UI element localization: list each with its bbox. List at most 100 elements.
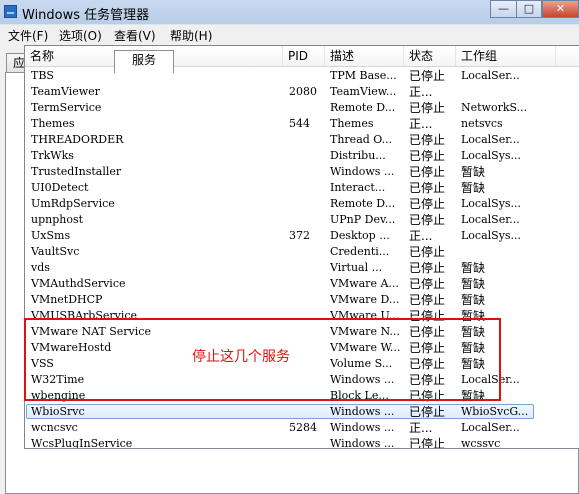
cell-pid — [289, 68, 325, 84]
menu-help[interactable]: 帮助(H) — [170, 27, 212, 44]
cell-pid — [289, 148, 325, 164]
cell-name: vds — [31, 261, 50, 274]
cell-status: 已停止 — [409, 181, 446, 195]
cell-pid — [289, 404, 325, 420]
cell-pid: 5284 — [289, 421, 317, 434]
cell-group: LocalSer... — [461, 133, 520, 146]
cell-pid — [289, 100, 325, 116]
task-manager-window: Windows 任务管理器 — □ ✕ 文件(F) 选项(O) 查看(V) 帮助… — [0, 0, 579, 494]
cell-desc: Virtual ... — [330, 261, 383, 274]
table-row[interactable]: UI0Detect Interact... 已停止 暂缺 — [25, 180, 579, 196]
close-button[interactable]: ✕ — [542, 0, 579, 18]
table-row[interactable]: vds Virtual ... 已停止 暂缺 — [25, 260, 579, 276]
cell-group: netsvcs — [461, 117, 503, 130]
table-row[interactable]: TrkWks Distribu... 已停止 LocalSys... — [25, 148, 579, 164]
cell-name: WbioSrvc — [31, 405, 85, 418]
table-row[interactable]: UmRdpService Remote D... 已停止 LocalSys... — [25, 196, 579, 212]
table-row[interactable]: TermService Remote D... 已停止 NetworkS... — [25, 100, 579, 116]
cell-group: LocalSer... — [461, 213, 520, 226]
cell-status: 已停止 — [409, 101, 446, 115]
table-row[interactable]: VMnetDHCP VMware D... 已停止 暂缺 — [25, 292, 579, 308]
list-header: 名称 ▲ PID 描述 状态 工作组 — [25, 46, 579, 67]
cell-name: VaultSvc — [31, 245, 80, 258]
cell-name: upnphost — [31, 213, 84, 226]
cell-group: 暂缺 — [461, 165, 486, 179]
menu-view[interactable]: 查看(V) — [114, 27, 156, 44]
cell-pid: 2080 — [289, 85, 317, 98]
cell-desc: VMware A... — [330, 277, 399, 290]
table-row[interactable]: TBS TPM Base... 已停止 LocalSer... — [25, 68, 579, 84]
cell-group — [461, 244, 543, 260]
cell-status: 已停止 — [409, 149, 446, 163]
title-bar[interactable]: Windows 任务管理器 — □ ✕ — [0, 0, 579, 24]
cell-group: 暂缺 — [461, 293, 486, 307]
cell-name: wcncsvc — [31, 421, 78, 434]
cell-group: LocalSys... — [461, 197, 522, 210]
cell-desc: TeamView... — [330, 85, 397, 98]
column-pid[interactable]: PID — [283, 46, 325, 66]
cell-status: 已停止 — [409, 405, 446, 419]
cell-status: 正... — [409, 85, 433, 99]
cell-pid: 544 — [289, 117, 310, 130]
cell-name: TrkWks — [31, 149, 74, 162]
table-row[interactable]: TeamViewer 2080 TeamView... 正... — [25, 84, 579, 100]
cell-group: LocalSys... — [461, 149, 522, 162]
cell-desc: Thread O... — [330, 133, 393, 146]
menu-options[interactable]: 选项(O) — [59, 27, 102, 44]
cell-status: 已停止 — [409, 293, 446, 307]
cell-name: VMAuthdService — [31, 277, 126, 290]
table-row[interactable]: VaultSvc Credenti... 已停止 — [25, 244, 579, 260]
cell-name: TermService — [31, 101, 102, 114]
table-row[interactable]: upnphost UPnP Dev... 已停止 LocalSer... — [25, 212, 579, 228]
cell-name: Themes — [31, 117, 75, 130]
cell-desc: Windows ... — [330, 165, 395, 178]
cell-status: 已停止 — [409, 261, 446, 275]
cell-pid — [289, 212, 325, 228]
cell-pid — [289, 196, 325, 212]
cell-group: 暂缺 — [461, 261, 486, 275]
cell-desc: Windows ... — [330, 405, 395, 418]
minimize-button[interactable]: — — [490, 0, 516, 18]
cell-group — [461, 84, 543, 100]
cell-pid — [289, 276, 325, 292]
column-status[interactable]: 状态 — [404, 46, 456, 66]
cell-status: 正... — [409, 421, 433, 435]
cell-desc: UPnP Dev... — [330, 213, 396, 226]
menu-file[interactable]: 文件(F) — [8, 27, 48, 44]
cell-desc: TPM Base... — [330, 69, 397, 82]
table-row[interactable]: WcsPlugInService Windows ... 已停止 wcssvc — [25, 436, 579, 448]
cell-desc: Remote D... — [330, 101, 396, 114]
cell-group: 暂缺 — [461, 277, 486, 291]
cell-desc: Interact... — [330, 181, 386, 194]
cell-desc: VMware D... — [330, 293, 400, 306]
cell-name: UxSms — [31, 229, 71, 242]
cell-name: TeamViewer — [31, 85, 100, 98]
table-row[interactable]: WbioSrvc Windows ... 已停止 WbioSvcG... — [25, 404, 579, 420]
table-row[interactable]: Themes 544 Themes 正... netsvcs — [25, 116, 579, 132]
cell-desc: Themes — [330, 117, 374, 130]
maximize-button[interactable]: □ — [516, 0, 542, 18]
table-row[interactable]: VMAuthdService VMware A... 已停止 暂缺 — [25, 276, 579, 292]
column-group[interactable]: 工作组 — [456, 46, 556, 66]
cell-pid — [289, 436, 325, 448]
cell-name: UI0Detect — [31, 181, 89, 194]
cell-desc: Windows ... — [330, 421, 395, 434]
cell-group: LocalSer... — [461, 69, 520, 82]
cell-desc: Credenti... — [330, 245, 390, 258]
table-row[interactable]: UxSms 372 Desktop ... 正... LocalSys... — [25, 228, 579, 244]
cell-group: LocalSer... — [461, 421, 520, 434]
table-row[interactable]: THREADORDER Thread O... 已停止 LocalSer... — [25, 132, 579, 148]
cell-status: 正... — [409, 117, 433, 131]
cell-pid — [289, 244, 325, 260]
annotation-text: 停止这几个服务 — [192, 349, 290, 365]
column-description[interactable]: 描述 — [325, 46, 404, 66]
cell-status: 已停止 — [409, 165, 446, 179]
table-row[interactable]: wcncsvc 5284 Windows ... 正... LocalSer... — [25, 420, 579, 436]
cell-status: 已停止 — [409, 277, 446, 291]
cell-status: 已停止 — [409, 213, 446, 227]
tab-services[interactable]: 服务 — [114, 50, 174, 73]
table-row[interactable]: TrustedInstaller Windows ... 已停止 暂缺 — [25, 164, 579, 180]
cell-desc: Desktop ... — [330, 229, 390, 242]
cell-status: 已停止 — [409, 69, 446, 83]
cell-desc: Remote D... — [330, 197, 396, 210]
